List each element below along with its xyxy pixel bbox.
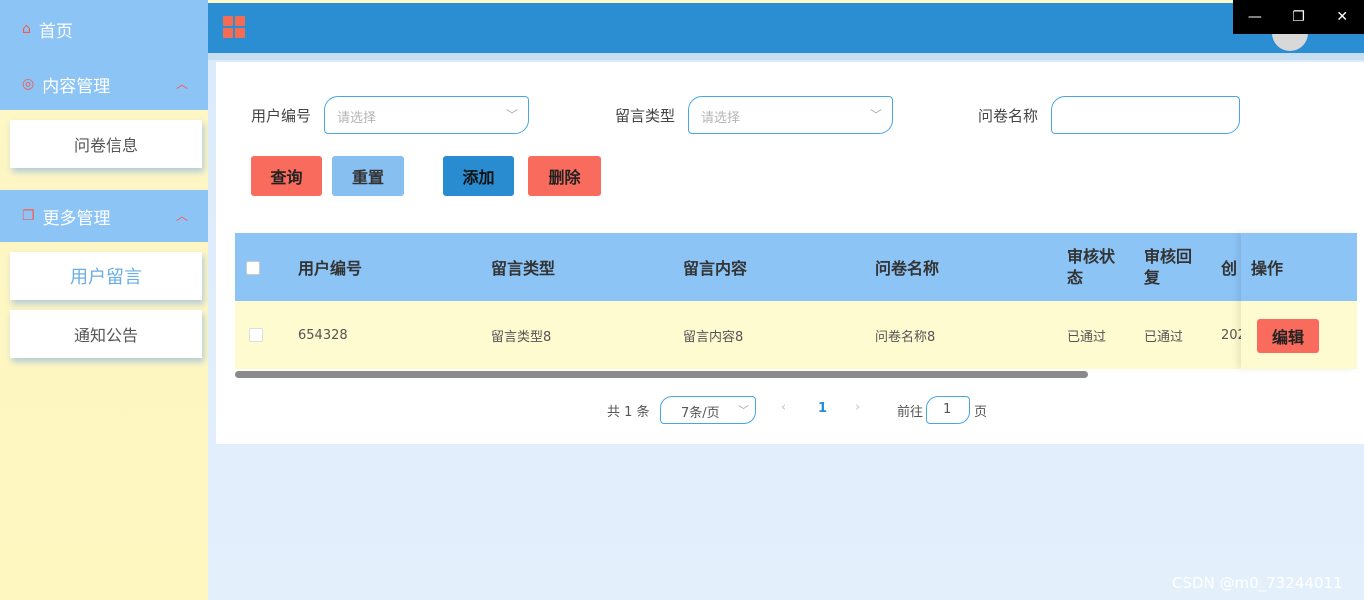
col-review-status-line2: 态 [1067, 268, 1084, 287]
table-header: 用户编号 留言类型 留言内容 问卷名称 审核状 态 审核回 复 创 [235, 233, 1357, 301]
delete-button[interactable]: 删除 [528, 156, 601, 196]
operation-cell: 编辑 [1241, 301, 1357, 369]
user-id-select[interactable]: 请选择 ﹀ [324, 96, 529, 134]
sidebar-item-user-messages[interactable]: 用户留言 [10, 252, 202, 300]
home-icon: ⌂ [22, 21, 31, 37]
cell-user-id: 654328 [298, 327, 348, 343]
page-size-value: 7条/页 [681, 406, 720, 421]
sidebar: ⌂ 首页 ◎ 内容管理 ︿ 问卷信息 ❐ 更多管理 ︿ 用户留言 通知公告 [0, 0, 208, 600]
menu-grid-icon[interactable] [223, 16, 245, 38]
restore-icon[interactable]: ❐ [1277, 0, 1321, 34]
top-header [208, 3, 1364, 53]
next-page-icon[interactable]: › [855, 400, 860, 415]
menu-group-more[interactable]: ❐ 更多管理 ︿ [0, 190, 208, 242]
message-type-label: 留言类型 [615, 107, 676, 125]
menu-home-label: 首页 [38, 21, 73, 42]
table-row[interactable]: 654328 留言类型8 留言内容8 问卷名称8 已通过 已通过 202 [235, 301, 1357, 369]
col-review-reply-line2: 复 [1144, 268, 1161, 287]
message-type-select[interactable]: 请选择 ﹀ [688, 96, 893, 134]
chevron-down-icon: ﹀ [738, 404, 749, 417]
user-id-label: 用户编号 [251, 107, 312, 125]
minimize-icon[interactable]: — [1233, 0, 1277, 34]
col-operation: 操作 [1241, 233, 1357, 301]
user-id-placeholder: 请选择 [337, 111, 377, 126]
copy-icon: ❐ [22, 208, 35, 224]
chat-icon: ◎ [22, 76, 35, 92]
goto-label: 前往 [897, 405, 924, 420]
col-review-reply[interactable]: 审核回 复 [1144, 233, 1192, 301]
cell-message-type: 留言类型8 [491, 329, 552, 345]
chevron-up-icon: ︿ [175, 209, 188, 223]
cell-message-content: 留言内容8 [683, 329, 744, 345]
sidebar-item-survey-info[interactable]: 问卷信息 [10, 120, 202, 168]
query-button[interactable]: 查询 [251, 156, 322, 196]
window-controls: — ❐ ✕ [1233, 0, 1364, 34]
menu-home[interactable]: ⌂ 首页 [0, 0, 208, 58]
pagination-total: 共 1 条 [607, 405, 650, 420]
message-type-placeholder: 请选择 [701, 111, 741, 126]
col-review-reply-line1: 审核回 [1144, 247, 1193, 266]
current-page[interactable]: 1 [818, 401, 827, 416]
goto-suffix: 页 [974, 405, 988, 420]
goto-page-input[interactable]: 1 [926, 396, 970, 424]
col-message-type[interactable]: 留言类型 [491, 233, 555, 301]
col-created[interactable]: 创 [1221, 233, 1237, 301]
survey-name-label: 问卷名称 [978, 107, 1039, 125]
menu-group-content-label: 内容管理 [42, 76, 111, 97]
page-size-select[interactable]: 7条/页 ﹀ [660, 396, 756, 424]
row-checkbox[interactable] [249, 328, 263, 342]
col-review-status[interactable]: 审核状 态 [1067, 233, 1115, 301]
menu-group-more-label: 更多管理 [42, 208, 111, 229]
goto-page-value: 1 [943, 402, 952, 417]
cell-survey-name: 问卷名称8 [875, 329, 936, 345]
chevron-down-icon: ﹀ [505, 108, 518, 122]
edit-button[interactable]: 编辑 [1257, 319, 1319, 353]
cell-review-reply: 已通过 [1144, 329, 1184, 345]
sidebar-item-notices[interactable]: 通知公告 [10, 310, 202, 358]
menu-group-content[interactable]: ◎ 内容管理 ︿ [0, 58, 208, 110]
data-table: 用户编号 留言类型 留言内容 问卷名称 审核状 态 审核回 复 创 654328… [235, 233, 1357, 369]
close-icon[interactable]: ✕ [1320, 0, 1364, 34]
chevron-up-icon: ︿ [175, 77, 188, 91]
col-survey-name[interactable]: 问卷名称 [875, 233, 939, 301]
survey-name-input[interactable] [1051, 96, 1240, 134]
col-message-content[interactable]: 留言内容 [683, 233, 747, 301]
horizontal-scrollbar[interactable] [235, 371, 1088, 378]
select-all-checkbox[interactable] [246, 261, 260, 275]
prev-page-icon[interactable]: ‹ [781, 400, 786, 415]
operation-column: 操作 编辑 [1241, 233, 1357, 369]
reset-button[interactable]: 重置 [332, 156, 404, 196]
cell-review-status: 已通过 [1067, 329, 1107, 345]
chevron-down-icon: ﹀ [869, 108, 882, 122]
col-user-id[interactable]: 用户编号 [298, 233, 362, 301]
header-divider [208, 53, 1364, 60]
watermark: CSDN @m0_73244011 [1172, 574, 1343, 592]
add-button[interactable]: 添加 [443, 156, 514, 196]
col-review-status-line1: 审核状 [1067, 247, 1116, 266]
